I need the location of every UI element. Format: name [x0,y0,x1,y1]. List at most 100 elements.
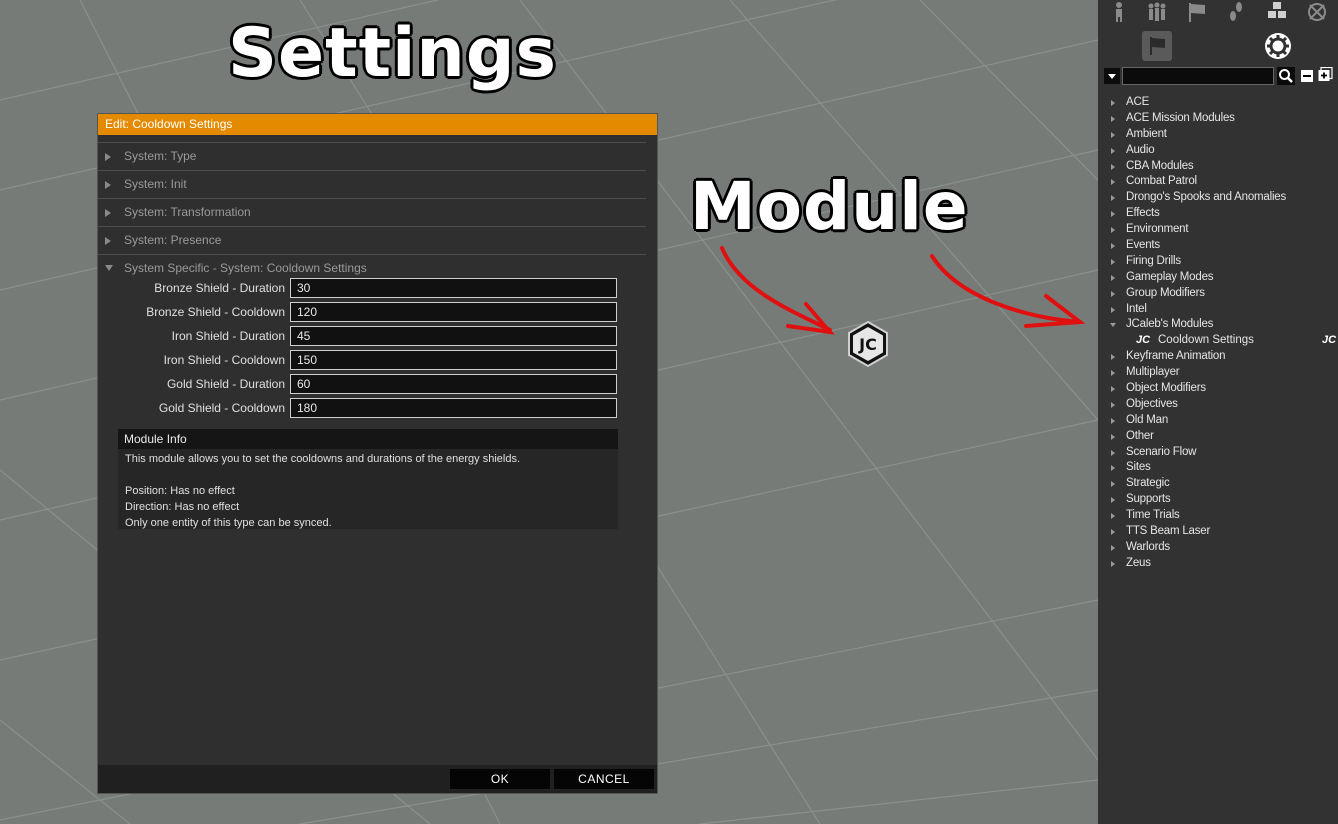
module-marker-text: JC [858,335,877,354]
filter-dropdown-button[interactable] [1104,68,1120,84]
tree-item-label: CBA Modules [1126,159,1194,172]
collapsed-arrow-icon [1111,211,1115,218]
tree-item[interactable]: Sites [1098,460,1338,476]
tree-item-label: Events [1126,239,1160,252]
collapsed-arrow-icon [1111,481,1115,488]
tree-item[interactable]: Firing Drills [1098,254,1338,270]
tree-item[interactable]: Drongo's Spooks and Anomalies [1098,190,1338,206]
gold-cooldown-input[interactable]: 180 [290,398,617,418]
collapsed-arrow-icon [1111,513,1115,520]
tree-item-label: Old Man [1126,413,1169,426]
bronze-cooldown-input[interactable]: 120 [290,302,617,322]
collapsed-arrow-icon [1111,258,1115,265]
collapsed-arrow-icon [1111,179,1115,186]
cancel-button[interactable]: CANCEL [554,769,654,789]
tree-item[interactable]: Supports [1098,492,1338,508]
tree-item[interactable]: CBA Modules [1098,159,1338,175]
tree-item-label: Gameplay Modes [1126,270,1214,283]
tree-item[interactable]: Multiplayer [1098,365,1338,381]
mode-switch-row [1098,30,1338,62]
tree-item[interactable]: Group Modifiers [1098,286,1338,302]
search-input[interactable] [1122,67,1274,85]
unit-icon[interactable] [1108,1,1130,23]
collapsed-arrow-icon [1111,163,1115,170]
gear-mode-icon[interactable] [1264,32,1292,60]
tree-item[interactable]: Time Trials [1098,508,1338,524]
module-info-line: Only one entity of this type can be sync… [125,517,332,529]
module-info-body: This module allows you to set the cooldo… [118,449,618,533]
tree-item[interactable]: Combat Patrol [1098,174,1338,190]
gold-duration-input[interactable]: 60 [290,374,617,394]
section-system-init[interactable]: System: Init [98,171,646,199]
flag-icon[interactable] [1186,1,1208,23]
attribute-row: Iron Shield - Cooldown 150 [98,350,657,370]
collapsed-arrow-icon [1111,386,1115,393]
tree-item[interactable]: ACE Mission Modules [1098,111,1338,127]
collapsed-arrow-icon [1111,306,1115,313]
search-icon[interactable] [1277,67,1295,85]
expand-all-button[interactable] [1318,66,1333,82]
tree-item-label: Other [1126,429,1154,442]
tree-item[interactable]: ACE [1098,95,1338,111]
tree-item-label: Keyframe Animation [1126,350,1226,363]
tree-item[interactable]: Keyframe Animation [1098,349,1338,365]
tree-item[interactable]: Scenario Flow [1098,445,1338,461]
module-marker-icon[interactable]: JC [846,320,890,368]
iron-cooldown-input[interactable]: 150 [290,350,617,370]
tree-item[interactable]: Audio [1098,143,1338,159]
ok-button[interactable]: OK [450,769,550,789]
tree-item[interactable]: Environment [1098,222,1338,238]
flag-mode-icon[interactable] [1142,31,1172,61]
section-system-transformation[interactable]: System: Transformation [98,199,646,227]
collapsed-arrow-icon [1111,401,1115,408]
collapsed-arrow-icon [1111,290,1115,297]
edit-attributes-dialog: Edit: Cooldown Settings System: Type Sys… [97,113,658,794]
tree-item[interactable]: Strategic [1098,476,1338,492]
group-icon[interactable] [1146,1,1168,23]
iron-duration-input[interactable]: 45 [290,326,617,346]
tree-item[interactable]: Objectives [1098,397,1338,413]
collapse-all-button[interactable] [1301,70,1313,82]
bronze-duration-input[interactable]: 30 [290,278,617,298]
tree-item[interactable]: Old Man [1098,413,1338,429]
collapsed-arrow-icon [1111,243,1115,250]
collapsed-arrow-icon [1111,115,1115,122]
asset-browser-panel: ACE ACE Mission Modules Ambient Audio CBA Mo… [1098,0,1338,824]
module-icon: JC [1322,334,1337,347]
tree-item[interactable]: Other [1098,429,1338,445]
tree-item[interactable]: Warlords [1098,540,1338,556]
tree-item[interactable]: Zeus [1098,556,1338,572]
divider [98,135,646,143]
collapsed-arrow-icon [1111,227,1115,234]
tree-item-label: Warlords [1126,540,1170,553]
tree-item[interactable]: Gameplay Modes [1098,270,1338,286]
dialog-title[interactable]: Edit: Cooldown Settings [98,114,657,135]
object-icon[interactable] [1266,1,1288,23]
module-annotation: Module [689,167,970,247]
tree-item[interactable]: JCaleb's Modules [1098,317,1338,333]
collapsed-arrow-icon [1111,465,1115,472]
section-system-type[interactable]: System: Type [98,143,646,171]
tree-child-label: Cooldown Settings [1158,334,1254,347]
attribute-row: Bronze Shield - Cooldown 120 [98,302,657,322]
section-system-presence[interactable]: System: Presence [98,227,646,255]
tree-item[interactable]: Events [1098,238,1338,254]
tree-item[interactable]: TTS Beam Laser [1098,524,1338,540]
attribute-row: Gold Shield - Cooldown 180 [98,398,657,418]
expand-arrow-icon [105,209,111,217]
module-tree: ACE ACE Mission Modules Ambient Audio CBA Mo… [1098,95,1338,572]
tree-item[interactable]: Intel [1098,302,1338,318]
tree-item[interactable]: Object Modifiers [1098,381,1338,397]
tree-item-label: Supports [1126,493,1171,506]
marker-icon[interactable] [1306,1,1328,23]
waypoint-icon[interactable] [1226,1,1248,23]
collapsed-arrow-icon [1111,274,1115,281]
tree-item[interactable]: Ambient [1098,127,1338,143]
module-icon: JC [1136,334,1151,347]
collapsed-arrow-icon [1111,147,1115,154]
tree-item[interactable]: Effects [1098,206,1338,222]
collapsed-arrow-icon [1111,433,1115,440]
tree-child-item[interactable]: JC Cooldown Settings JC [1098,333,1338,349]
attribute-label: Bronze Shield - Duration [154,281,285,295]
attribute-label: Iron Shield - Duration [171,329,285,343]
